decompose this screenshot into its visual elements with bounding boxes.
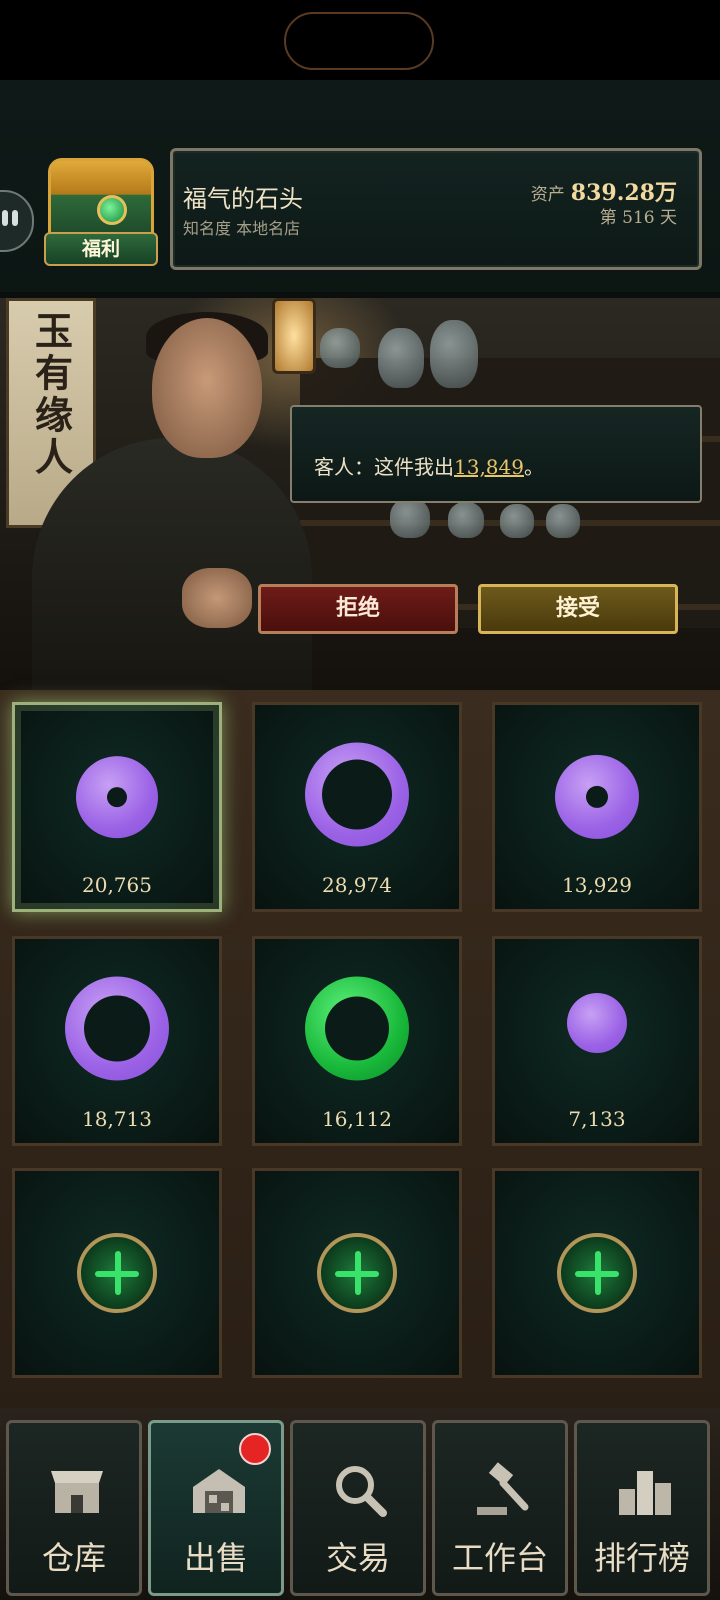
bottom-tab-bar: 仓库 出售 交易 工作台 排行榜 — [0, 1408, 720, 1600]
jade-hole — [84, 995, 150, 1062]
vase-icon — [390, 498, 430, 538]
tab-sell[interactable]: 出售 — [148, 1420, 284, 1596]
hammer-icon — [477, 1462, 529, 1515]
welfare-label: 福利 — [44, 232, 158, 266]
jade-bead-icon — [567, 993, 627, 1053]
dialog-suffix: 。 — [523, 455, 544, 479]
item-slot[interactable]: 20,765 — [12, 702, 222, 912]
shop-icon — [51, 1471, 103, 1513]
day-counter: 第 516 天 — [600, 203, 677, 228]
item-slot[interactable]: 28,974 — [252, 702, 462, 912]
status-bar — [0, 0, 720, 80]
pause-icon — [2, 210, 20, 228]
podium-icon — [619, 1471, 671, 1515]
vase-icon — [500, 504, 534, 538]
empty-slot[interactable] — [252, 1168, 462, 1378]
treasure-chest-icon — [48, 158, 154, 238]
item-slot[interactable]: 18,713 — [12, 936, 222, 1146]
item-price: 7,133 — [568, 1107, 626, 1131]
shop-name: 福气的石头 — [183, 185, 303, 213]
jade-disc-icon — [555, 754, 639, 839]
jade-bangle-icon — [65, 976, 169, 1081]
item-price: 13,929 — [562, 873, 632, 897]
day-prefix: 第 — [599, 208, 617, 228]
item-slot[interactable]: 16,112 — [252, 936, 462, 1146]
vase-icon — [430, 320, 478, 388]
offer-price: 13,849 — [454, 455, 524, 479]
item-price: 16,112 — [322, 1107, 392, 1131]
vase-icon — [448, 502, 484, 538]
empty-slot[interactable] — [492, 1168, 702, 1378]
tab-trade[interactable]: 交易 — [290, 1420, 426, 1596]
tab-label: 工作台 — [451, 1539, 548, 1577]
magnifier-icon — [336, 1466, 387, 1517]
jade-hole — [325, 996, 389, 1061]
tab-label: 仓库 — [41, 1539, 106, 1577]
fame-value: 本地名店 — [236, 219, 301, 238]
notification-badge — [239, 1433, 271, 1465]
reject-button[interactable]: 拒绝 — [258, 584, 458, 634]
add-item-icon[interactable] — [317, 1233, 397, 1313]
day-suffix: 天 — [660, 208, 677, 228]
empty-slot[interactable] — [12, 1168, 222, 1378]
welfare-chest-button[interactable]: 福利 — [42, 150, 162, 270]
asset-label: 资产 — [530, 185, 565, 205]
jade-bangle-icon — [305, 742, 409, 847]
tab-label: 交易 — [325, 1539, 390, 1577]
customer-dialog: 客人：这件我出13,849。 — [290, 405, 702, 503]
tab-label: 排行榜 — [593, 1539, 690, 1577]
add-item-icon[interactable] — [77, 1233, 157, 1313]
camera-cutout — [284, 12, 434, 70]
customer-hand — [182, 568, 252, 628]
item-price: 20,765 — [82, 873, 152, 897]
customer-body — [32, 438, 312, 690]
vase-icon — [378, 328, 424, 388]
warehouse-icon — [193, 1469, 245, 1513]
tab-ranking[interactable]: 排行榜 — [574, 1420, 710, 1596]
tab-workbench[interactable]: 工作台 — [432, 1420, 568, 1596]
add-item-icon[interactable] — [557, 1233, 637, 1313]
jade-hole — [586, 785, 608, 808]
emerald-gem-icon — [97, 195, 127, 225]
tab-warehouse[interactable]: 仓库 — [6, 1420, 142, 1596]
jade-hole — [107, 787, 127, 808]
vase-icon — [320, 328, 360, 368]
dialog-text: 客人：这件我出13,849。 — [314, 451, 544, 480]
item-slot[interactable]: 7,133 — [492, 936, 702, 1146]
day-number: 516 — [622, 208, 655, 228]
fame-line: 知名度 本地名店 — [183, 215, 300, 239]
tab-label: 出售 — [183, 1539, 248, 1577]
customer-portrait — [22, 312, 312, 690]
item-price: 18,713 — [82, 1107, 152, 1131]
dialog-prefix: 客人：这件我出 — [314, 455, 454, 479]
accept-button[interactable]: 接受 — [478, 584, 678, 634]
shop-profile-panel: 福气的石头 知名度 本地名店 资产 839.28万 第 516 天 — [170, 148, 702, 270]
jade-disc-icon — [76, 756, 158, 839]
fame-label: 知名度 — [183, 219, 232, 238]
jade-bangle-icon — [305, 976, 409, 1081]
customer-face — [152, 318, 262, 458]
item-slot[interactable]: 13,929 — [492, 702, 702, 912]
display-cabinet: 20,765 28,974 13,929 18,713 16,112 7,133 — [0, 690, 720, 1410]
item-price: 28,974 — [322, 873, 392, 897]
jade-hole — [322, 759, 392, 830]
vase-icon — [546, 504, 580, 538]
